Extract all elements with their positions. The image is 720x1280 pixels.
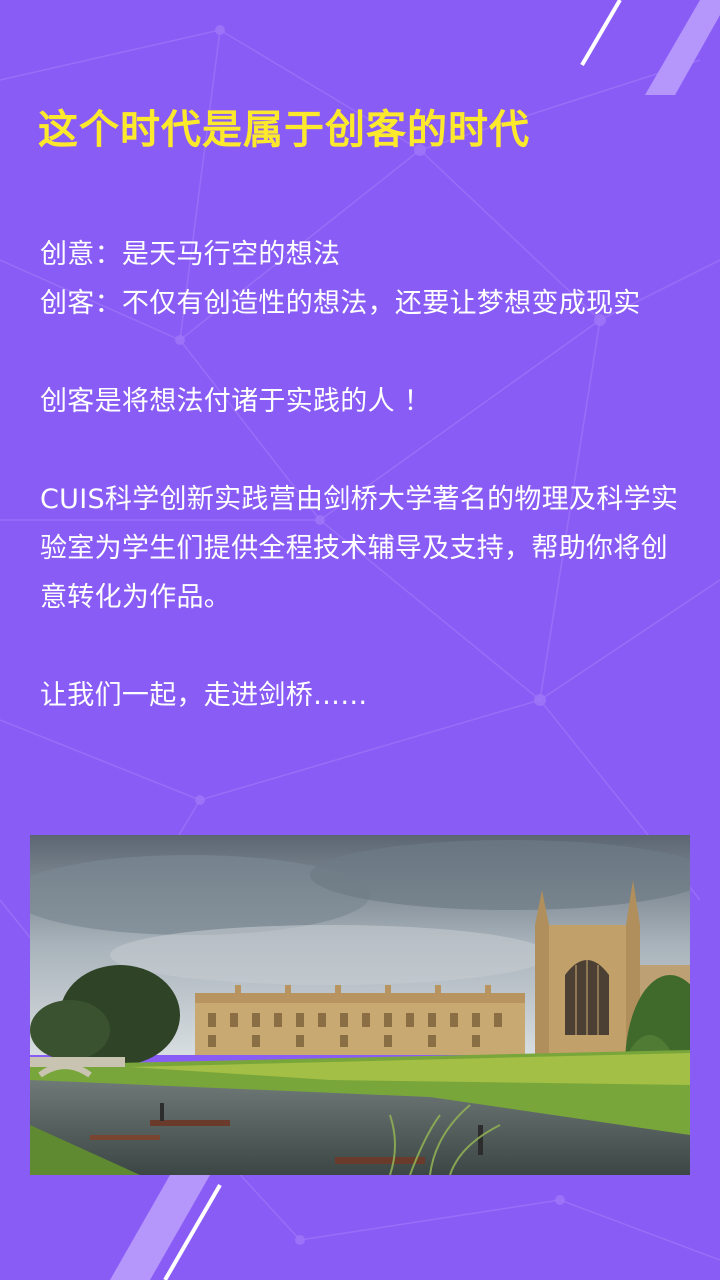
- page-title: 这个时代是属于创客的时代: [38, 107, 530, 153]
- maker-statement: 创客是将想法付诸于实践的人 ！: [40, 386, 432, 417]
- corner-stripe-decoration: [580, 0, 720, 95]
- closing-line: 让我们一起，走进剑桥……: [40, 680, 368, 711]
- article-body: 创意：是天马行空的想法 创客：不仅有创造性的想法，还要让梦想变成现实 创客是将想…: [40, 230, 690, 769]
- maker-definition: 创客：不仅有创造性的想法，还要让梦想变成现实: [40, 288, 641, 319]
- cambridge-photo: [30, 835, 690, 1175]
- bottom-stripe-decoration: [110, 1175, 222, 1280]
- idea-definition: 创意：是天马行空的想法: [40, 239, 341, 270]
- program-description: CUIS科学创新实践营由剑桥大学著名的物理及科学实验室为学生们提供全程技术辅导及…: [40, 484, 679, 613]
